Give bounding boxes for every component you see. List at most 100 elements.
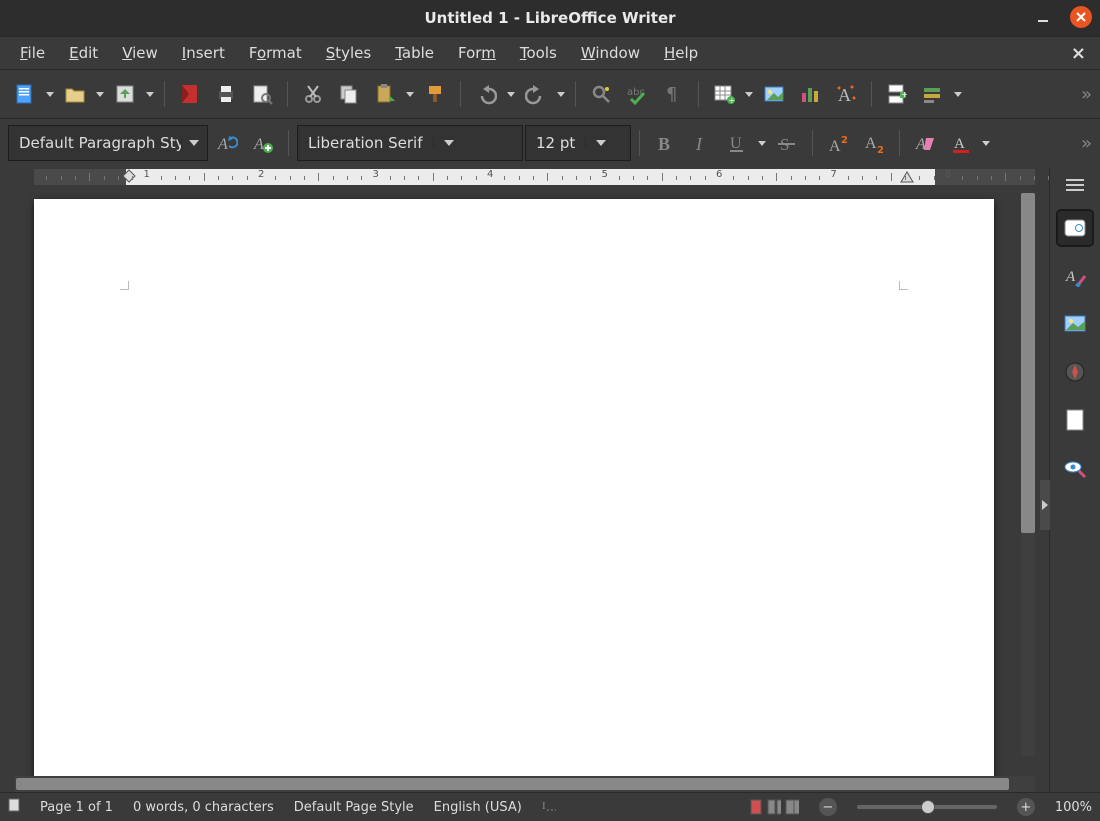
- svg-text:B: B: [658, 134, 670, 154]
- zoom-percentage[interactable]: 100%: [1055, 800, 1092, 815]
- font-color-dropdown[interactable]: [980, 139, 992, 147]
- indent-marker-icon[interactable]: [122, 168, 136, 188]
- zoom-out-button[interactable]: −: [819, 798, 837, 816]
- menu-help[interactable]: Help: [654, 40, 708, 66]
- zoom-in-button[interactable]: +: [1017, 798, 1035, 816]
- subscript-icon[interactable]: A2: [857, 126, 891, 160]
- paragraph-style-combo[interactable]: Default Paragraph Style: [8, 125, 208, 161]
- menu-format[interactable]: Format: [239, 40, 312, 66]
- toolbar-overflow-icon[interactable]: »: [1081, 84, 1092, 105]
- ruler-number: 2: [258, 169, 264, 180]
- cut-icon[interactable]: [296, 77, 330, 111]
- horizontal-scrollbar-thumb[interactable]: [16, 778, 1009, 790]
- new-dropdown[interactable]: [44, 90, 56, 98]
- book-view-icon[interactable]: [785, 799, 799, 815]
- sidebar-properties-icon[interactable]: [1058, 211, 1092, 245]
- export-pdf-icon[interactable]: [173, 77, 207, 111]
- sidebar-navigator-icon[interactable]: [1058, 355, 1092, 389]
- insert-page-break-icon[interactable]: +: [880, 77, 914, 111]
- indent-marker-icon[interactable]: [900, 168, 914, 188]
- find-replace-icon[interactable]: [584, 77, 618, 111]
- underline-icon[interactable]: U: [720, 126, 754, 160]
- zoom-slider-knob[interactable]: [921, 800, 935, 814]
- insert-image-icon[interactable]: [757, 77, 791, 111]
- sidebar-gallery-icon[interactable]: [1058, 307, 1092, 341]
- underline-dropdown[interactable]: [756, 139, 768, 147]
- zoom-slider[interactable]: [857, 805, 997, 809]
- redo-icon[interactable]: [519, 77, 553, 111]
- menu-window[interactable]: Window: [571, 40, 650, 66]
- save-indicator-icon[interactable]: [8, 798, 20, 816]
- document-viewport[interactable]: [14, 193, 1035, 776]
- single-page-view-icon[interactable]: [749, 799, 763, 815]
- menu-form[interactable]: Form: [448, 40, 506, 66]
- print-icon[interactable]: [209, 77, 243, 111]
- minimize-button[interactable]: [1032, 6, 1054, 28]
- svg-text:2: 2: [841, 135, 848, 146]
- sidebar-collapse-handle[interactable]: [1040, 480, 1050, 530]
- vertical-scrollbar-thumb[interactable]: [1021, 193, 1035, 533]
- insert-field-dropdown[interactable]: [952, 90, 964, 98]
- toolbar-overflow-icon[interactable]: »: [1081, 133, 1092, 154]
- redo-dropdown[interactable]: [555, 90, 567, 98]
- page-style-status[interactable]: Default Page Style: [294, 800, 414, 815]
- bold-icon[interactable]: B: [648, 126, 682, 160]
- language-status[interactable]: English (USA): [434, 800, 522, 815]
- sidebar-style-inspector-icon[interactable]: [1058, 451, 1092, 485]
- page-status[interactable]: Page 1 of 1: [40, 800, 113, 815]
- clear-formatting-icon[interactable]: A: [908, 126, 942, 160]
- svg-text:I: I: [542, 800, 546, 812]
- horizontal-scrollbar[interactable]: [14, 776, 1035, 792]
- font-color-icon[interactable]: A: [944, 126, 978, 160]
- insert-table-icon[interactable]: +: [707, 77, 741, 111]
- undo-icon[interactable]: [469, 77, 503, 111]
- insert-field-icon[interactable]: [916, 77, 950, 111]
- menu-edit[interactable]: Edit: [59, 40, 108, 66]
- multi-page-view-icon[interactable]: [767, 799, 781, 815]
- new-style-icon[interactable]: A: [246, 126, 280, 160]
- sidebar-page-icon[interactable]: [1058, 403, 1092, 437]
- strikethrough-icon[interactable]: S: [770, 126, 804, 160]
- clone-formatting-icon[interactable]: [418, 77, 452, 111]
- insert-chart-icon[interactable]: [793, 77, 827, 111]
- italic-icon[interactable]: I: [684, 126, 718, 160]
- margin-corner-icon: [899, 281, 908, 290]
- word-count[interactable]: 0 words, 0 characters: [133, 800, 274, 815]
- new-icon[interactable]: [8, 77, 42, 111]
- menu-view[interactable]: View: [112, 40, 168, 66]
- view-layout-icons: [749, 799, 799, 815]
- menu-file[interactable]: File: [10, 40, 55, 66]
- vertical-scrollbar-track[interactable]: [1021, 193, 1035, 756]
- document-close-icon[interactable]: ×: [1071, 43, 1086, 64]
- formatting-marks-icon[interactable]: ¶: [656, 77, 690, 111]
- paste-icon[interactable]: [368, 77, 402, 111]
- document-page[interactable]: [34, 199, 994, 776]
- menu-styles[interactable]: Styles: [316, 40, 382, 66]
- undo-dropdown[interactable]: [505, 90, 517, 98]
- font-name-combo[interactable]: Liberation Serif: [297, 125, 523, 161]
- open-icon[interactable]: [58, 77, 92, 111]
- insert-text-box-icon[interactable]: A: [829, 77, 863, 111]
- horizontal-ruler[interactable]: 12345678: [14, 167, 1035, 187]
- superscript-icon[interactable]: A2: [821, 126, 855, 160]
- copy-icon[interactable]: [332, 77, 366, 111]
- ruler-number: 1: [144, 169, 150, 180]
- insert-mode-icon[interactable]: I: [542, 798, 558, 816]
- window-title: Untitled 1 - LibreOffice Writer: [0, 9, 1100, 27]
- save-icon[interactable]: [108, 77, 142, 111]
- sidebar-settings-icon[interactable]: [1058, 173, 1092, 197]
- menu-tools[interactable]: Tools: [510, 40, 567, 66]
- paste-dropdown[interactable]: [404, 90, 416, 98]
- menu-insert[interactable]: Insert: [172, 40, 235, 66]
- open-dropdown[interactable]: [94, 90, 106, 98]
- update-style-icon[interactable]: A: [210, 126, 244, 160]
- sidebar-styles-icon[interactable]: A: [1058, 259, 1092, 293]
- menu-table[interactable]: Table: [385, 40, 444, 66]
- font-size-combo[interactable]: 12 pt: [525, 125, 631, 161]
- ruler-number: 7: [831, 169, 837, 180]
- spellcheck-icon[interactable]: abc: [620, 77, 654, 111]
- save-dropdown[interactable]: [144, 90, 156, 98]
- close-button[interactable]: [1070, 6, 1092, 28]
- print-preview-icon[interactable]: [245, 77, 279, 111]
- insert-table-dropdown[interactable]: [743, 90, 755, 98]
